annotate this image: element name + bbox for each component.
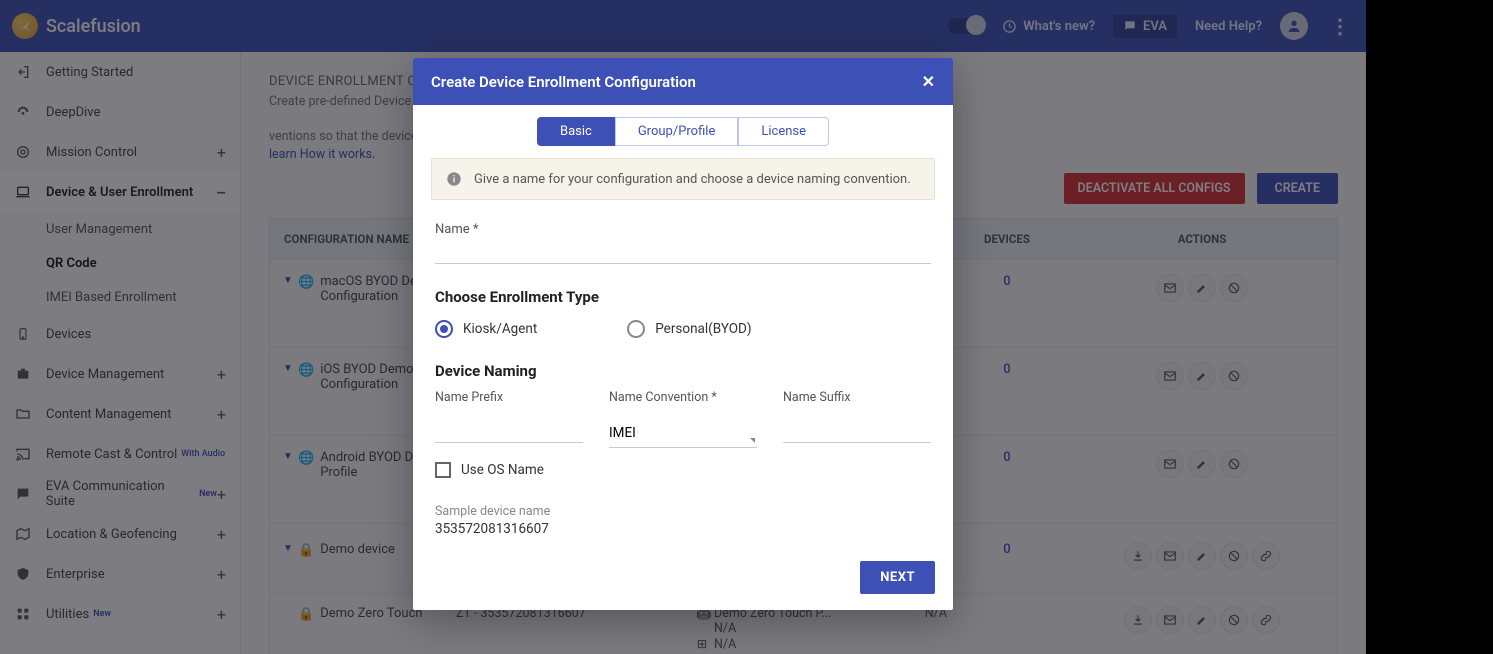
modal-tabs: Basic Group/Profile License [413,105,953,156]
create-config-modal: Create Device Enrollment Configuration ✕… [413,58,953,610]
info-icon [446,171,462,187]
checkbox-icon [435,462,451,478]
name-suffix-input[interactable] [783,425,931,443]
info-banner: Give a name for your configuration and c… [431,158,935,200]
name-prefix-input[interactable] [435,425,583,443]
sample-name-value: 353572081316607 [435,521,931,537]
sample-name-label: Sample device name [435,504,931,519]
tab-license[interactable]: License [738,117,829,146]
modal-overlay: Create Device Enrollment Configuration ✕… [0,0,1366,654]
close-icon[interactable]: ✕ [922,72,935,91]
name-convention-label: Name Convention * [609,390,757,405]
modal-header: Create Device Enrollment Configuration ✕ [413,58,953,105]
name-suffix-label: Name Suffix [783,390,931,405]
next-button[interactable]: NEXT [860,561,935,594]
name-label: Name * [435,222,931,237]
name-convention-select[interactable]: IMEI [609,425,757,448]
tab-basic[interactable]: Basic [537,117,615,146]
radio-kiosk-agent[interactable]: Kiosk/Agent [435,320,537,338]
modal-title: Create Device Enrollment Configuration [431,73,696,91]
name-prefix-label: Name Prefix [435,390,583,405]
tab-group-profile[interactable]: Group/Profile [615,117,739,146]
radio-personal-byod[interactable]: Personal(BYOD) [627,320,751,338]
chevron-down-icon [750,438,755,443]
config-name-input[interactable] [435,237,931,264]
device-naming-title: Device Naming [435,362,931,380]
enrollment-type-title: Choose Enrollment Type [435,288,931,306]
use-os-name-checkbox[interactable]: Use OS Name [435,462,931,478]
